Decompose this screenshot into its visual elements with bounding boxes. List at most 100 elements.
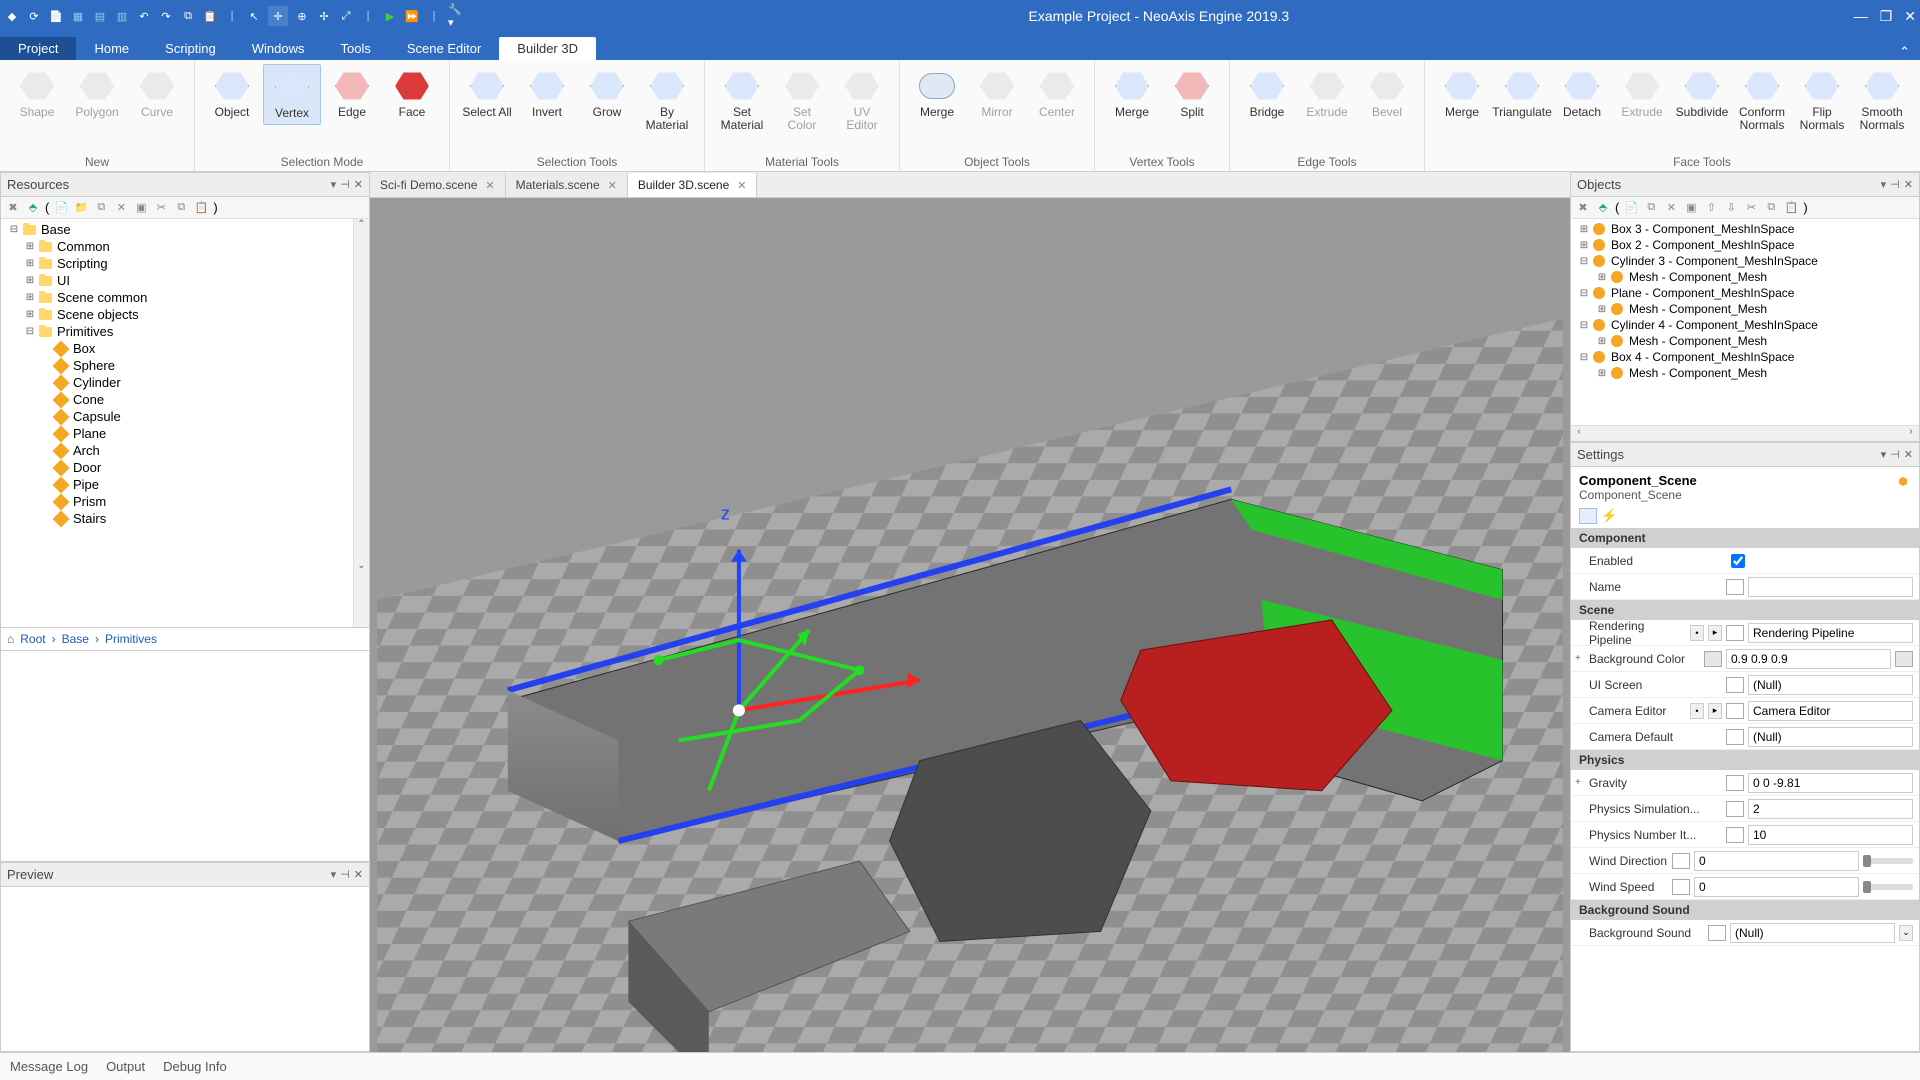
play-fast-icon[interactable]: ⏩ xyxy=(404,8,420,24)
ribbon-btn-merge[interactable]: Merge xyxy=(1103,64,1161,123)
tree-row[interactable]: ⊞UI xyxy=(3,272,351,289)
prop-dot-icon[interactable]: • xyxy=(1690,625,1704,641)
toolbar-icon[interactable]: ▣ xyxy=(133,200,149,216)
paste-icon[interactable]: 📋 xyxy=(202,8,218,24)
prop-input[interactable] xyxy=(1726,649,1891,669)
doc-tab[interactable]: Sci-fi Demo.scene✕ xyxy=(370,173,506,197)
dropdown-icon[interactable]: ⌄ xyxy=(1899,925,1913,941)
viewport-3d[interactable]: z xyxy=(370,198,1570,1052)
prop-swatch[interactable] xyxy=(1726,625,1744,641)
object-row[interactable]: ⊟Plane - Component_MeshInSpace xyxy=(1573,285,1917,301)
expander-icon[interactable]: ⊞ xyxy=(23,258,37,269)
toolbar-icon[interactable]: ⧉ xyxy=(93,200,109,216)
minimize-icon[interactable]: — xyxy=(1854,8,1868,25)
resources-tree[interactable]: ⊟Base⊞Common⊞Scripting⊞UI⊞Scene common⊞S… xyxy=(1,219,353,627)
expander-icon[interactable]: ⊞ xyxy=(1595,336,1609,347)
ribbon-btn-edge[interactable]: Edge xyxy=(323,64,381,123)
move-tool-icon[interactable]: ✛ xyxy=(268,6,288,26)
panel-menu-icon[interactable]: ▾ xyxy=(331,868,337,881)
panel-menu-icon[interactable]: ▾ xyxy=(331,178,337,191)
panel-menu-icon[interactable]: ▾ xyxy=(1881,448,1887,461)
toolbar-icon[interactable]: 📁 xyxy=(73,200,89,216)
play-icon[interactable]: ▶ xyxy=(382,8,398,24)
tree-row[interactable]: Box xyxy=(3,340,351,357)
toolbar-icon[interactable]: ✂ xyxy=(153,200,169,216)
ribbon-btn-smooth-normals[interactable]: Smooth Normals xyxy=(1853,64,1911,136)
tab-close-icon[interactable]: ✕ xyxy=(737,179,746,192)
panel-pin-icon[interactable]: ⊣ xyxy=(340,178,350,191)
ribbon-btn-select-all[interactable]: Select All xyxy=(458,64,516,123)
prop-swatch[interactable] xyxy=(1726,703,1744,719)
prop-input[interactable] xyxy=(1748,799,1913,819)
prop-arrow-icon[interactable]: ▸ xyxy=(1708,703,1722,719)
home-icon[interactable]: ⌂ xyxy=(7,632,14,646)
expander-icon[interactable]: ⊞ xyxy=(1595,272,1609,283)
panel-menu-icon[interactable]: ▾ xyxy=(1881,178,1887,191)
prop-input[interactable] xyxy=(1748,825,1913,845)
prop-swatch[interactable] xyxy=(1672,879,1690,895)
ribbon-btn-set-material[interactable]: Set Material xyxy=(713,64,771,136)
toolbar-icon[interactable]: 📋 xyxy=(193,200,209,216)
prop-input[interactable] xyxy=(1748,623,1913,643)
toolbar-icon[interactable]: ⧉ xyxy=(173,200,189,216)
expander-icon[interactable]: ⊞ xyxy=(1577,240,1591,251)
scrollbar-vertical[interactable]: ⌃ ⌄ xyxy=(353,219,369,627)
toolbar-icon[interactable]: ✕ xyxy=(1663,200,1679,216)
prop-input[interactable] xyxy=(1730,923,1895,943)
toolbar-icon[interactable]: ⧉ xyxy=(1763,200,1779,216)
ribbon-tab-scene-editor[interactable]: Scene Editor xyxy=(389,37,499,60)
object-row[interactable]: ⊞Mesh - Component_Mesh xyxy=(1573,365,1917,381)
tree-row[interactable]: Stairs xyxy=(3,510,351,527)
prop-slider[interactable] xyxy=(1863,858,1913,864)
expander-icon[interactable]: ⊞ xyxy=(23,275,37,286)
ribbon-btn-flip-normals[interactable]: Flip Normals xyxy=(1793,64,1851,136)
prop-swatch[interactable] xyxy=(1726,579,1744,595)
prop-swatch[interactable] xyxy=(1708,925,1726,941)
ribbon-tab-home[interactable]: Home xyxy=(76,37,147,60)
ribbon-btn-vertex[interactable]: Vertex xyxy=(263,64,321,125)
tab-close-icon[interactable]: ✕ xyxy=(608,179,617,192)
tab-close-icon[interactable]: ✕ xyxy=(485,179,494,192)
expander-icon[interactable]: ⊞ xyxy=(23,241,37,252)
tree-row[interactable]: Pipe xyxy=(3,476,351,493)
object-row[interactable]: ⊟Box 4 - Component_MeshInSpace xyxy=(1573,349,1917,365)
prop-input[interactable] xyxy=(1748,675,1913,695)
crumb[interactable]: Root xyxy=(20,632,45,646)
expander-icon[interactable]: ⊞ xyxy=(1577,224,1591,235)
expander-icon[interactable]: ⊞ xyxy=(1595,368,1609,379)
panel-pin-icon[interactable]: ⊣ xyxy=(340,868,350,881)
toolbar-icon[interactable]: ⬘ xyxy=(1595,200,1611,216)
ribbon-btn-conform-normals[interactable]: Conform Normals xyxy=(1733,64,1791,136)
settings-tab-props[interactable] xyxy=(1579,508,1597,524)
toolbar-icon[interactable]: ⧉ xyxy=(1643,200,1659,216)
toolbar-icon[interactable]: 📄 xyxy=(1623,200,1639,216)
prop-swatch[interactable] xyxy=(1726,827,1744,843)
crumb[interactable]: Primitives xyxy=(105,632,157,646)
expander-icon[interactable]: ⊞ xyxy=(23,309,37,320)
new-file-icon[interactable]: 📄 xyxy=(48,8,64,24)
ribbon-tab-windows[interactable]: Windows xyxy=(234,37,323,60)
axis-icon[interactable]: ✢ xyxy=(316,8,332,24)
tools-icon[interactable]: 🔧▾ xyxy=(448,8,464,24)
expander-icon[interactable]: + xyxy=(1575,777,1581,788)
tree-row[interactable]: Door xyxy=(3,459,351,476)
tree-row[interactable]: ⊟Primitives xyxy=(3,323,351,340)
prop-swatch[interactable] xyxy=(1726,801,1744,817)
panel-close-icon[interactable]: ✕ xyxy=(1904,178,1913,191)
tree-row[interactable]: ⊞Scene objects xyxy=(3,306,351,323)
prop-swatch[interactable] xyxy=(1726,729,1744,745)
toolbar-icon[interactable]: ▣ xyxy=(1683,200,1699,216)
panel-close-icon[interactable]: ✕ xyxy=(1904,448,1913,461)
expander-icon[interactable]: + xyxy=(1575,653,1581,664)
resources-breadcrumbs[interactable]: ⌂ Root› Base› Primitives xyxy=(1,627,369,651)
grid2-icon[interactable]: ▤ xyxy=(92,8,108,24)
ribbon-btn-face[interactable]: Face xyxy=(383,64,441,123)
prop-swatch[interactable] xyxy=(1672,853,1690,869)
properties-body[interactable]: ComponentEnabledNameSceneRendering Pipel… xyxy=(1571,528,1919,1051)
tree-row[interactable]: Cone xyxy=(3,391,351,408)
tree-row[interactable]: Capsule xyxy=(3,408,351,425)
ribbon-btn-flat-normals[interactable]: Flat Normals xyxy=(1913,64,1920,136)
rotate-tool-icon[interactable]: ⊕ xyxy=(294,8,310,24)
object-row[interactable]: ⊞Box 2 - Component_MeshInSpace xyxy=(1573,237,1917,253)
toolbar-icon[interactable]: 📋 xyxy=(1783,200,1799,216)
